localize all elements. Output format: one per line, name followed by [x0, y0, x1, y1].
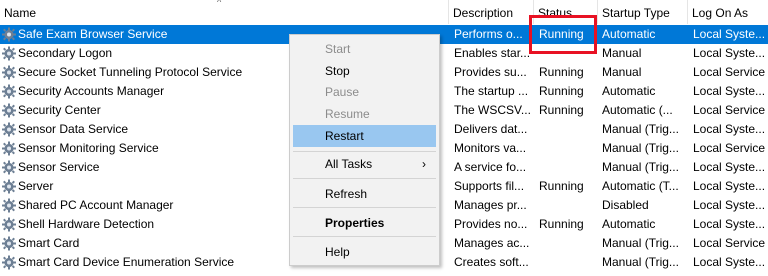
cell-description: Supports fil...	[454, 179, 525, 193]
menu-item-stop[interactable]: Stop	[293, 60, 436, 82]
menu-item-help[interactable]: Help	[293, 241, 436, 263]
cell-logon: Local Syste...	[693, 255, 766, 269]
column-header-log-on-as[interactable]: Log On As	[687, 0, 768, 24]
menu-separator	[293, 236, 436, 237]
cell-logon: Local Syste...	[693, 84, 766, 98]
cell-logon: Local Service	[693, 103, 766, 117]
cell-description: The WSCSV...	[454, 103, 531, 117]
cell-description: Manages pr...	[454, 198, 527, 212]
cell-logon: Local Syste...	[693, 217, 766, 231]
gear-icon	[1, 255, 17, 270]
menu-item-all-tasks[interactable]: All Tasks ›	[293, 153, 436, 175]
cell-description: The startup ...	[454, 84, 529, 98]
gear-icon	[1, 236, 17, 251]
menu-item-start[interactable]: Start	[293, 38, 436, 60]
cell-description: Creates soft...	[454, 255, 529, 269]
status-highlight-annotation	[529, 15, 597, 54]
menu-item-restart[interactable]: Restart	[293, 125, 436, 147]
cell-description: Enables star...	[454, 46, 531, 60]
cell-status	[539, 234, 596, 253]
cell-logon: Local Service	[693, 65, 766, 79]
column-header-startup-type[interactable]: Startup Type	[597, 0, 687, 24]
cell-description: Monitors va...	[454, 141, 527, 155]
chevron-right-icon: ›	[422, 157, 426, 171]
cell-logon: Local Syste...	[693, 46, 766, 60]
cell-startup: Automatic	[602, 84, 656, 98]
cell-status	[539, 139, 596, 158]
cell-startup: Manual (Trig...	[602, 122, 679, 136]
gear-icon	[1, 65, 17, 80]
gear-icon	[1, 46, 17, 61]
sort-up-icon: ^	[217, 0, 222, 7]
cell-status: Running	[539, 84, 584, 98]
column-header-description[interactable]: Description	[448, 0, 533, 24]
cell-startup: Manual (Trig...	[602, 141, 679, 155]
cell-status: Running	[539, 65, 584, 79]
column-header-name[interactable]: Name	[0, 0, 448, 24]
cell-startup: Disabled	[602, 198, 649, 212]
menu-item-resume[interactable]: Resume	[293, 103, 436, 125]
menu-item-all-tasks-label: All Tasks	[325, 157, 373, 171]
gear-icon	[1, 141, 17, 156]
cell-logon: Local Syste...	[693, 198, 766, 212]
cell-status: Running	[539, 103, 584, 117]
cell-startup: Automatic (...	[602, 103, 673, 117]
cell-startup: Manual	[602, 46, 642, 60]
gear-icon	[1, 198, 17, 213]
cell-description: Provides no...	[454, 217, 528, 231]
cell-status: Running	[539, 217, 584, 231]
cell-logon: Local Service	[693, 141, 766, 155]
cell-logon: Local Syste...	[693, 27, 766, 41]
gear-icon	[1, 27, 17, 42]
cell-logon: Local Syste...	[693, 160, 766, 174]
cell-status	[539, 158, 596, 177]
gear-icon	[1, 122, 17, 137]
column-header: Name ^ Description Status Startup Type L…	[0, 0, 768, 24]
gear-icon	[1, 84, 17, 99]
cell-description: Provides su...	[454, 65, 527, 79]
cell-status	[539, 196, 596, 215]
cell-logon: Local Syste...	[693, 179, 766, 193]
gear-icon	[1, 179, 17, 194]
menu-item-properties[interactable]: Properties	[293, 212, 436, 234]
cell-startup: Manual (Trig...	[602, 160, 679, 174]
menu-separator	[293, 151, 436, 152]
menu-separator	[293, 178, 436, 179]
cell-startup: Automatic	[602, 27, 656, 41]
cell-logon: Local Service	[693, 236, 766, 250]
cell-status: Running	[539, 179, 584, 193]
gear-icon	[1, 103, 17, 118]
cell-startup: Automatic	[602, 217, 656, 231]
cell-description: A service fo...	[454, 160, 527, 174]
cell-status	[539, 253, 596, 272]
cell-description: Delivers dat...	[454, 122, 528, 136]
gear-icon	[1, 160, 17, 175]
menu-item-pause[interactable]: Pause	[293, 81, 436, 103]
cell-startup: Manual (Trig...	[602, 255, 679, 269]
cell-status	[539, 120, 596, 139]
gear-icon	[1, 217, 17, 232]
menu-item-refresh[interactable]: Refresh	[293, 183, 436, 205]
cell-startup: Manual	[602, 65, 642, 79]
cell-startup: Manual (Trig...	[602, 236, 679, 250]
context-menu: Start Stop Pause Resume Restart All Task…	[289, 34, 440, 266]
cell-logon: Local Syste...	[693, 122, 766, 136]
cell-description: Performs o...	[454, 27, 523, 41]
menu-separator	[293, 207, 436, 208]
cell-startup: Automatic (T...	[602, 179, 679, 193]
cell-description: Manages ac...	[454, 236, 530, 250]
